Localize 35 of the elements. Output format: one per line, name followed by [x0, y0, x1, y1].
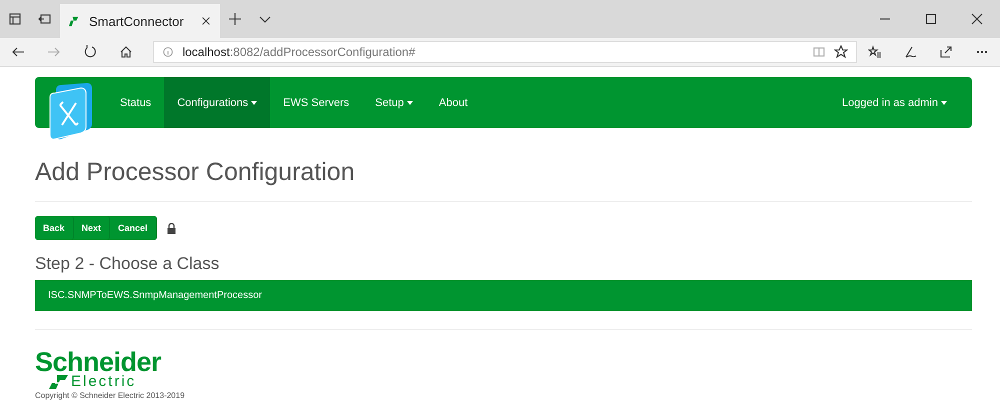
favorites-list-icon[interactable]	[868, 45, 882, 59]
tabs-icon[interactable]	[8, 12, 22, 26]
logo-subtitle: Electric	[71, 374, 136, 390]
maximize-icon[interactable]	[924, 12, 938, 26]
new-tab-icon[interactable]	[228, 12, 242, 26]
home-icon[interactable]	[118, 45, 132, 59]
link-logo-icon	[68, 14, 81, 28]
app-logo-icon	[47, 81, 93, 141]
class-item[interactable]: ISC.SNMPToEWS.SnmpManagementProcessor	[35, 280, 972, 311]
nav-item[interactable]: EWS Servers	[270, 77, 362, 128]
star-icon[interactable]	[834, 45, 848, 59]
tab-title: SmartConnector	[89, 14, 185, 28]
lock-icon	[166, 222, 176, 234]
nav-item[interactable]: Status	[107, 77, 164, 128]
nav-item[interactable]: Setup	[362, 77, 426, 128]
browser-tab[interactable]: SmartConnector	[60, 4, 220, 38]
page-title: Add Processor Configuration	[35, 158, 356, 187]
info-icon[interactable]	[162, 46, 174, 58]
tab-preview-icon[interactable]	[38, 12, 52, 26]
copyright-text: Copyright © Schneider Electric 2013-2019	[35, 391, 185, 400]
logo-wordmark: Schneider	[35, 350, 162, 374]
back-icon[interactable]	[10, 45, 25, 59]
refresh-icon[interactable]	[82, 45, 97, 59]
nav-item[interactable]: Configurations	[164, 77, 270, 128]
step-heading: Step 2 - Choose a Class	[35, 254, 220, 274]
url-text: localhost:8082/addProcessorConfiguration#	[182, 45, 416, 59]
wizard-button[interactable]: Back	[35, 216, 74, 240]
pen-icon[interactable]	[903, 45, 918, 59]
close-icon[interactable]	[970, 12, 984, 26]
address-field[interactable]: localhost:8082/addProcessorConfiguration#	[153, 41, 857, 63]
share-icon[interactable]	[939, 45, 954, 59]
nav-item[interactable]: About	[426, 77, 481, 128]
close-icon[interactable]	[200, 15, 212, 27]
user-menu[interactable]: Logged in as admin	[828, 77, 972, 128]
logo-mark-icon	[49, 374, 69, 390]
